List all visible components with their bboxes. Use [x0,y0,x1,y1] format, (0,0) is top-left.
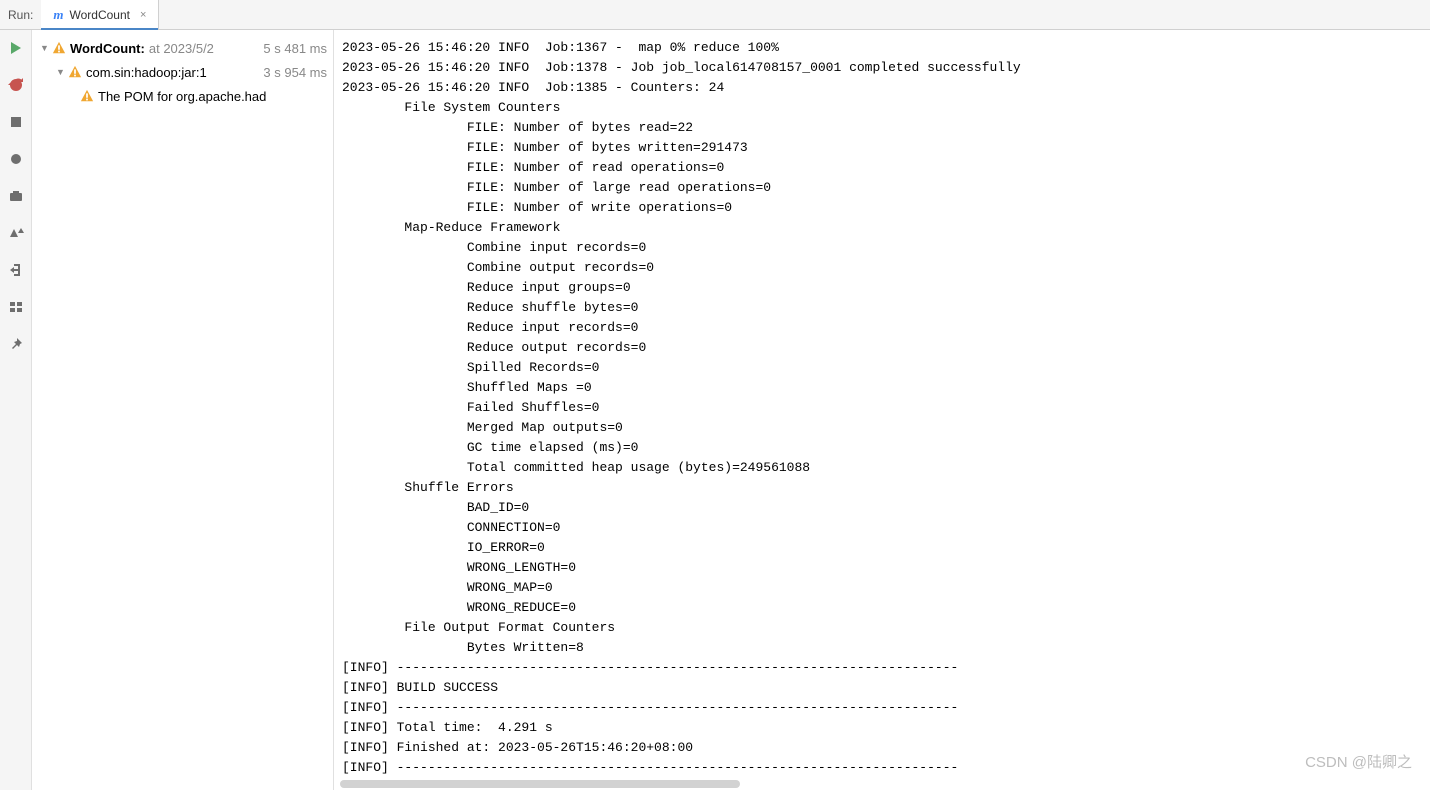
horizontal-scrollbar[interactable] [340,780,740,788]
run-configuration-tab[interactable]: m WordCount × [41,0,159,30]
pin-icon[interactable] [8,336,24,355]
tree-root-time: 5 s 481 ms [263,41,333,56]
tree-root-row[interactable]: ▼ WordCount: at 2023/5/2 5 s 481 ms [40,36,333,60]
chevron-down-icon[interactable]: ▼ [56,67,68,77]
watermark: CSDN @陆卿之 [1305,751,1412,772]
maven-icon: m [53,7,63,23]
show-icon[interactable] [8,151,24,170]
rerun-icon[interactable] [8,40,24,59]
tree-child-row[interactable]: ▼ com.sin:hadoop:jar:1 3 s 954 ms [40,60,333,84]
tab-title: WordCount [69,8,129,22]
console-output[interactable]: 2023-05-26 15:46:20 INFO Job:1367 - map … [334,30,1430,790]
run-label: Run: [8,8,41,22]
stop-icon[interactable] [8,114,24,133]
camera-icon[interactable] [8,188,24,207]
main-area: ▼ WordCount: at 2023/5/2 5 s 481 ms ▼ co… [0,30,1430,790]
tree-child-name: com.sin:hadoop:jar:1 [86,65,207,80]
debug-rerun-icon[interactable] [8,77,24,96]
close-icon[interactable]: × [140,9,146,21]
warning-icon [52,41,66,55]
exit-icon[interactable] [8,262,24,281]
tree-leaf-row[interactable]: The POM for org.apache.had [40,84,333,108]
layout-icon[interactable] [8,299,24,318]
settings-icon[interactable] [8,225,24,244]
warning-icon [80,89,94,103]
test-tree-panel: ▼ WordCount: at 2023/5/2 5 s 481 ms ▼ co… [32,30,334,790]
tree-leaf-name: The POM for org.apache.had [98,89,266,104]
run-toolbar [0,30,32,790]
active-tab-indicator [41,28,158,30]
warning-icon [68,65,82,79]
tree-root-meta: at 2023/5/2 [149,41,214,56]
tree-child-time: 3 s 954 ms [263,65,333,80]
tree-root-name: WordCount: [70,41,145,56]
chevron-down-icon[interactable]: ▼ [40,43,52,53]
run-tool-header: Run: m WordCount × [0,0,1430,30]
